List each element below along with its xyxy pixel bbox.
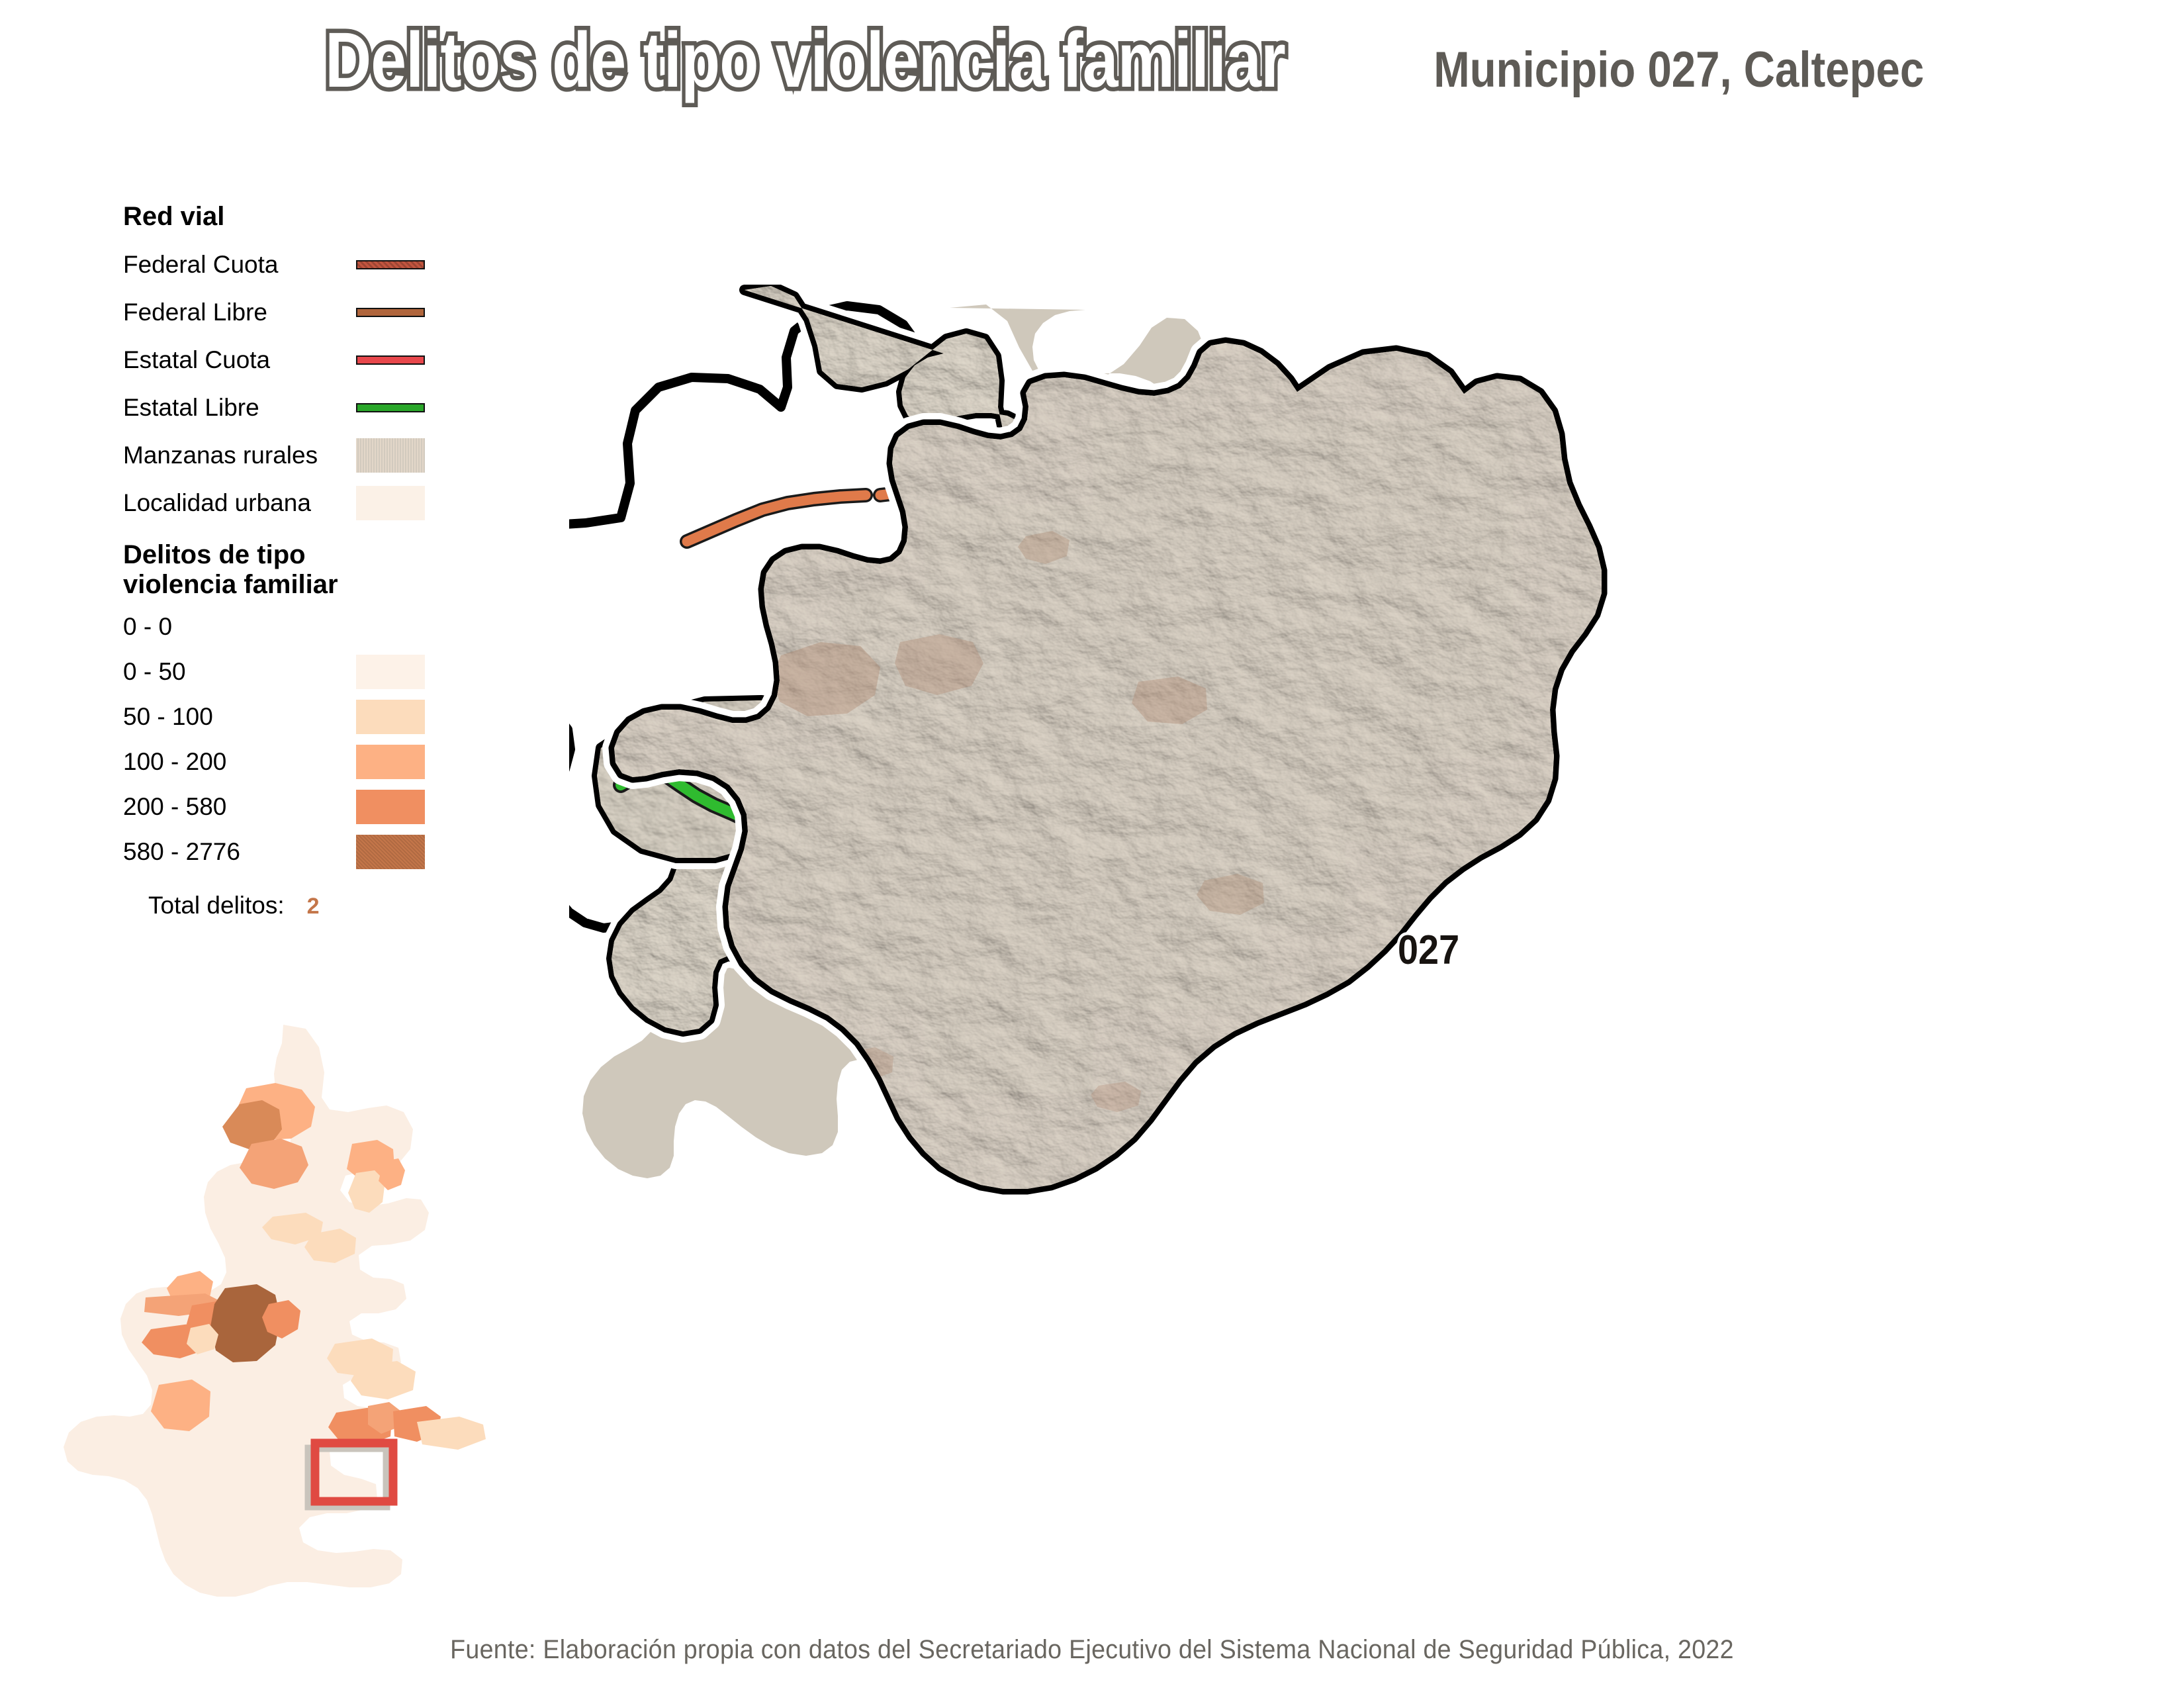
legend-item-federal-cuota: Federal Cuota	[123, 241, 434, 289]
legend-item-manzanas-rurales: Manzanas rurales	[123, 432, 434, 479]
area-swatch-localidad-urbana	[356, 485, 425, 520]
legend-label: 200 - 580	[123, 792, 227, 820]
legend-item-estatal-libre: Estatal Libre	[123, 384, 434, 432]
legend-label: Federal Libre	[123, 298, 268, 326]
legend-roads-heading: Red vial	[123, 202, 225, 231]
legend-classes-heading-line1: Delitos de tipo	[123, 539, 306, 569]
legend-label: Localidad urbana	[123, 489, 311, 516]
legend-label: 50 - 100	[123, 702, 213, 730]
page-title: Delitos de tipo violencia familiar	[322, 15, 1289, 106]
legend-classes-heading-line2: violencia familiar	[123, 570, 338, 600]
body-terrain	[614, 343, 1602, 1189]
legend-label: 100 - 200	[123, 747, 227, 775]
section-main-body	[569, 285, 2091, 1602]
legend-class-100-200: 100 - 200	[123, 739, 434, 784]
legend-item-federal-libre: Federal Libre	[123, 289, 434, 336]
legend-label: Estatal Cuota	[123, 346, 271, 373]
inset-muni-high	[351, 1361, 416, 1399]
manzanas-rurales-body-2	[895, 634, 983, 695]
legend-item-localidad-urbana: Localidad urbana	[123, 479, 434, 527]
legend-item-estatal-cuota: Estatal Cuota	[123, 336, 434, 384]
class-swatch	[356, 654, 425, 689]
legend-panel: Red vial Federal Cuota Federal Libre Est…	[123, 202, 434, 919]
total-delitos-value: 2	[306, 893, 320, 919]
legend-label: Federal Cuota	[123, 250, 279, 278]
class-swatch	[356, 744, 425, 779]
class-swatch-empty	[356, 610, 425, 644]
legend-label: 0 - 0	[123, 612, 173, 640]
manzanas-rurales-body-5	[1342, 994, 1402, 1030]
main-map-svg	[569, 285, 2091, 1602]
inset-muni-high	[417, 1417, 486, 1450]
total-delitos-label: Total delitos:	[148, 891, 285, 919]
legend-class-50-100: 50 - 100	[123, 694, 434, 739]
municipality-code-label: 027	[1395, 925, 1462, 976]
area-swatch-manzanas-rurales	[356, 438, 425, 473]
road-swatch-estatal-libre	[356, 402, 425, 412]
road-swatch-federal-cuota	[356, 259, 425, 269]
source-note: Fuente: Elaboración propia con datos del…	[450, 1635, 1734, 1664]
page-subtitle: Municipio 027, Caltepec	[1433, 42, 1925, 98]
legend-label: Estatal Libre	[123, 393, 259, 421]
road-swatch-estatal-cuota	[356, 355, 425, 365]
legend-class-0-50: 0 - 50	[123, 649, 434, 694]
class-swatch	[356, 699, 425, 734]
legend-class-580-2776: 580 - 2776	[123, 829, 434, 874]
total-delitos-row: Total delitos: 2	[123, 892, 434, 919]
legend-label: 580 - 2776	[123, 837, 240, 865]
class-swatch	[356, 834, 425, 869]
title-block: Delitos de tipo violencia familiar Munic…	[0, 15, 2184, 106]
map-render	[569, 285, 2091, 1602]
inset-svg	[64, 1025, 486, 1597]
legend-classes-heading: Delitos de tipo violencia familiar	[123, 540, 434, 600]
road-swatch-federal-libre	[356, 307, 425, 317]
inset-locator-map[interactable]	[60, 1019, 543, 1609]
legend-class-0-0: 0 - 0	[123, 604, 434, 649]
legend-class-200-580: 200 - 580	[123, 784, 434, 829]
legend-label: 0 - 50	[123, 657, 186, 685]
legend-label: Manzanas rurales	[123, 441, 318, 469]
class-swatch	[356, 789, 425, 824]
main-map[interactable]	[569, 285, 2091, 1602]
